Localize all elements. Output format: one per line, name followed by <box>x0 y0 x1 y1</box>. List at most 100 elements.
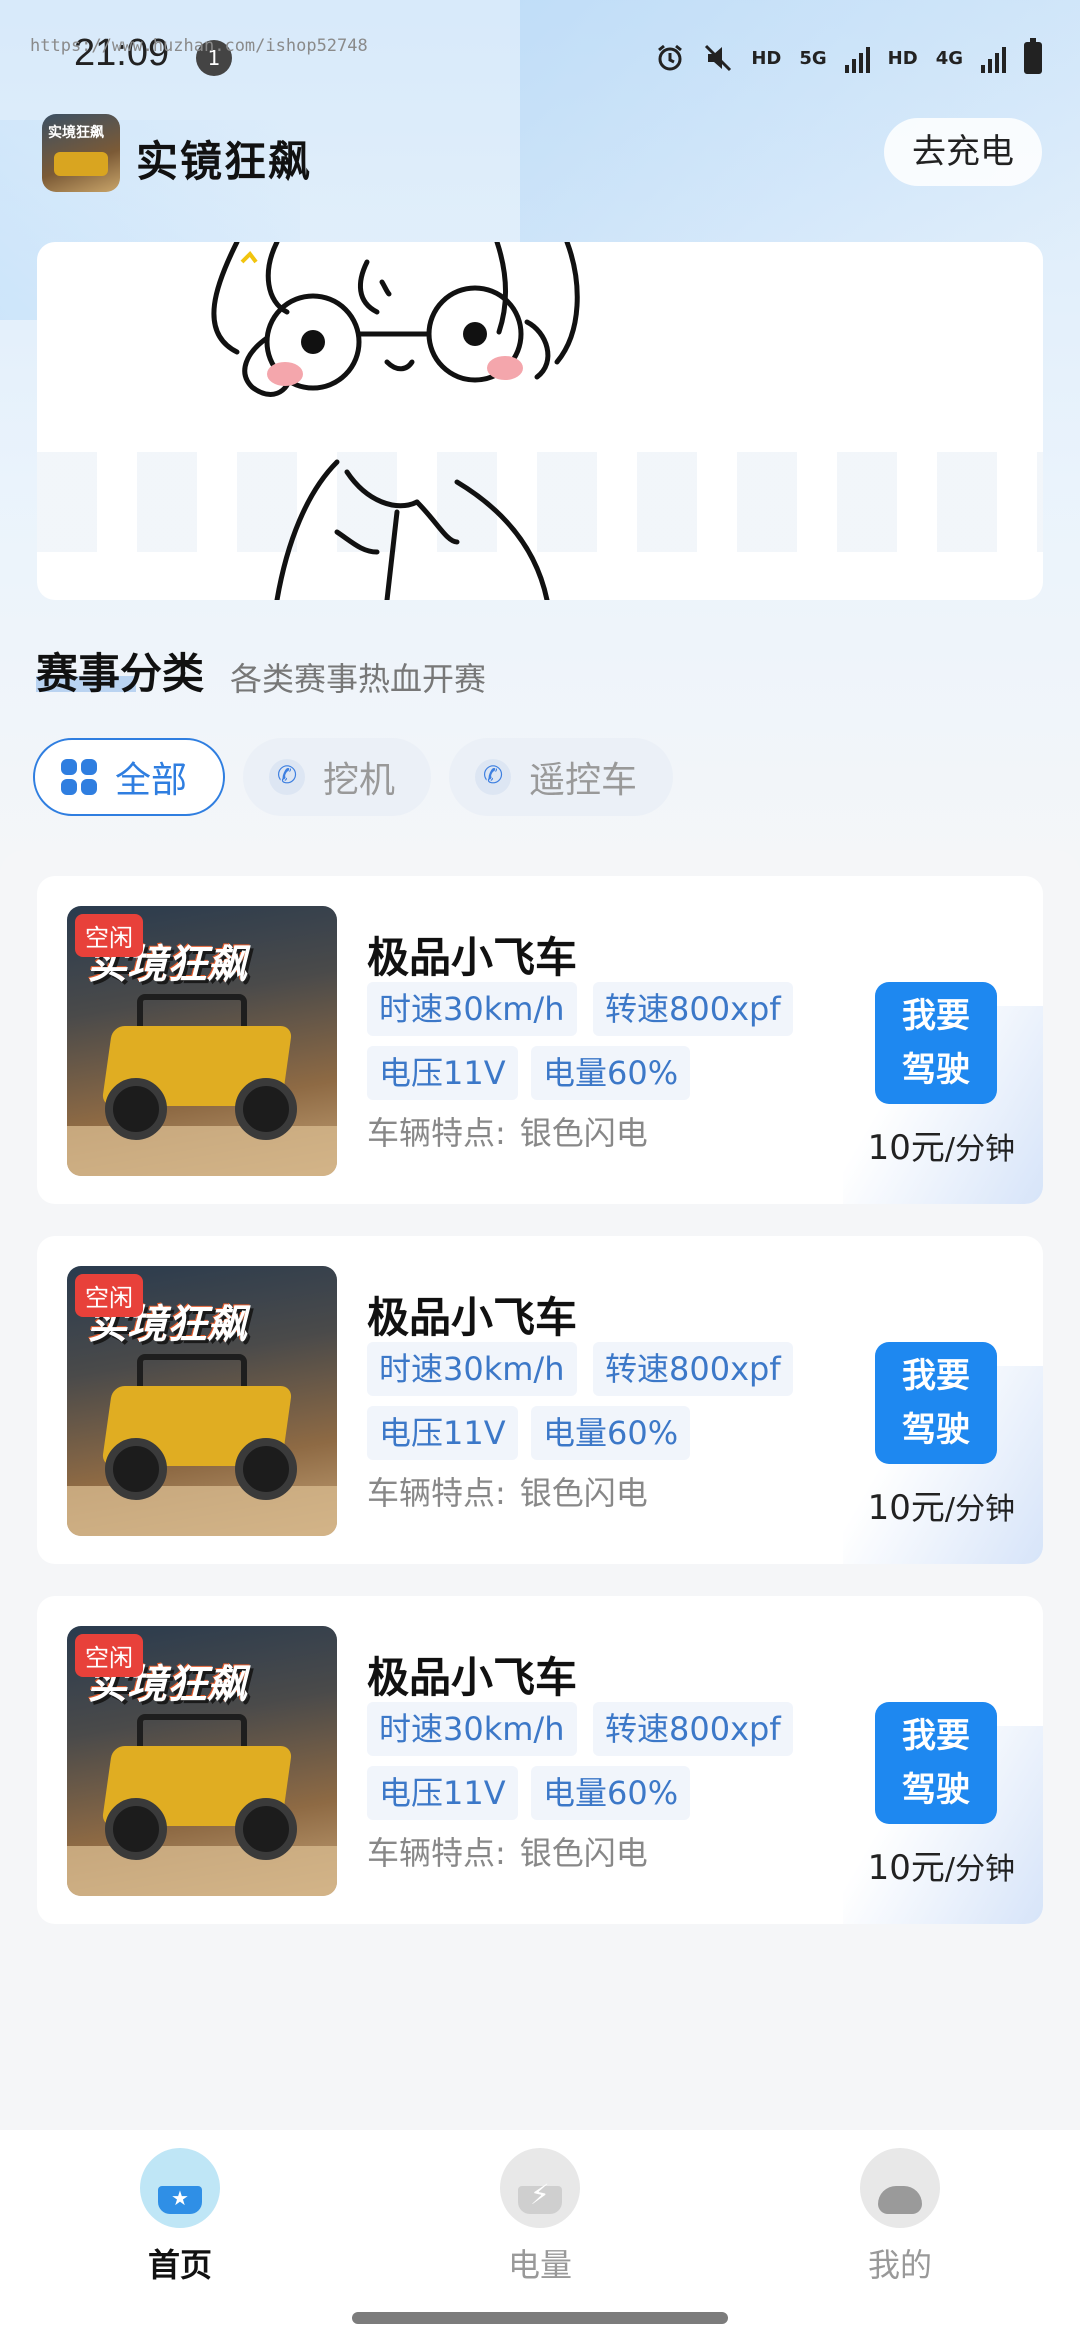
price-unit: /分钟 <box>944 1492 1015 1527</box>
drive-button[interactable]: 我要 驾驶 <box>875 982 997 1104</box>
vehicle-feature: 车辆特点: 银色闪电 <box>367 1108 648 1154</box>
tab-label: 挖机 <box>323 760 396 801</box>
category-tabs: 全部 挖机 遥控车 <box>33 738 674 816</box>
nav-label: 首页 <box>147 2246 212 2284</box>
tab-excavator[interactable]: 挖机 <box>243 738 432 816</box>
status-badge: 空闲 <box>75 1274 143 1317</box>
image-dust <box>67 1126 337 1176</box>
app-logo: 实境狂飙 <box>42 114 120 192</box>
nav-label: 我的 <box>867 2246 932 2284</box>
drive-button-line2: 驾驶 <box>902 1770 970 1810</box>
signal-icon <box>844 43 870 73</box>
charge-button[interactable]: 去充电 <box>884 118 1042 186</box>
speed-chip: 时速30km/h <box>367 1342 577 1396</box>
tab-label: 全部 <box>115 760 188 801</box>
home-icon: ★ <box>140 2148 220 2228</box>
drive-button-line1: 我要 <box>902 996 970 1036</box>
price-value: 10元 <box>867 1128 945 1168</box>
vehicle-card[interactable]: 实境狂飙 空闲 极品小飞车 时速30km/h 转速800xpf 电压11V 电量… <box>37 1596 1043 1924</box>
app-screen: 21:09 1 HD 5G HD 4G https://www.huzhan.c… <box>0 0 1080 2340</box>
tab-all[interactable]: 全部 <box>33 738 226 816</box>
price-value: 10元 <box>867 1848 945 1888</box>
app-title: 实镜狂飙 <box>136 137 313 186</box>
price: 10元/分钟 <box>868 1480 1015 1529</box>
battery-chip: 电量60% <box>531 1406 691 1460</box>
banner-illustration <box>211 242 580 600</box>
phone-icon <box>475 759 512 795</box>
section-title: 赛事分类 <box>36 649 205 698</box>
image-wheel <box>235 1078 297 1140</box>
nav-battery[interactable]: ⚡ 电量 <box>460 2148 620 2286</box>
vehicle-feature: 车辆特点: 银色闪电 <box>367 1468 648 1514</box>
vehicle-name: 极品小飞车 <box>367 933 578 982</box>
feature-label: 车辆特点: <box>367 1834 506 1872</box>
alarm-icon <box>655 43 685 73</box>
drive-button-line1: 我要 <box>902 1716 970 1756</box>
drive-button[interactable]: 我要 驾驶 <box>875 1342 997 1464</box>
drive-button[interactable]: 我要 驾驶 <box>875 1702 997 1824</box>
star-icon: ★ <box>171 2186 189 2210</box>
price-unit: /分钟 <box>944 1132 1015 1167</box>
profile-icon <box>860 2148 940 2228</box>
5g-icon: 5G <box>799 47 827 69</box>
vehicle-card[interactable]: 实境狂飙 空闲 极品小飞车 时速30km/h 转速800xpf 电压11V 电量… <box>37 876 1043 1204</box>
tab-rc-car[interactable]: 遥控车 <box>449 738 674 816</box>
image-wheel <box>105 1078 167 1140</box>
feature-value: 银色闪电 <box>519 1474 648 1512</box>
drive-button-line1: 我要 <box>902 1356 970 1396</box>
4g-label: 4G <box>935 47 963 69</box>
battery-icon <box>1024 38 1042 74</box>
rpm-chip: 转速800xpf <box>593 1342 793 1396</box>
vehicle-feature: 车辆特点: 银色闪电 <box>367 1828 648 1874</box>
section-subtitle: 各类赛事热血开赛 <box>230 660 487 698</box>
hd-icon: HD <box>751 47 782 69</box>
nav-home[interactable]: ★ 首页 <box>100 2148 260 2286</box>
promo-banner[interactable] <box>37 242 1043 600</box>
speed-chip: 时速30km/h <box>367 982 577 1036</box>
watermark-text: https://www.huzhan.com/ishop52748 <box>30 36 368 56</box>
drive-button-line2: 驾驶 <box>902 1050 970 1090</box>
battery-chip: 电量60% <box>531 1766 691 1820</box>
image-wheel <box>235 1438 297 1500</box>
battery-chip: 电量60% <box>531 1046 691 1100</box>
grid-icon <box>61 759 97 795</box>
vehicle-card[interactable]: 实境狂飙 空闲 极品小飞车 时速30km/h 转速800xpf 电压11V 电量… <box>37 1236 1043 1564</box>
price: 10元/分钟 <box>868 1120 1015 1169</box>
nav-profile[interactable]: 我的 <box>820 2148 980 2286</box>
feature-value: 银色闪电 <box>519 1834 648 1872</box>
image-dust <box>67 1846 337 1896</box>
bolt-icon: ⚡ <box>530 2178 550 2211</box>
voltage-chip: 电压11V <box>367 1406 518 1460</box>
bottom-nav: ★ 首页 ⚡ 电量 我的 <box>0 2130 1080 2340</box>
vehicle-list: 实境狂飙 空闲 极品小飞车 时速30km/h 转速800xpf 电压11V 电量… <box>0 850 1080 2130</box>
hd-icon: HD <box>887 47 918 69</box>
image-wheel <box>235 1798 297 1860</box>
status-icons: HD 5G HD 4G <box>655 38 1042 76</box>
image-dust <box>67 1486 337 1536</box>
nav-label: 电量 <box>507 2246 572 2284</box>
status-badge: 空闲 <box>75 914 143 957</box>
rpm-chip: 转速800xpf <box>593 1702 793 1756</box>
logo-jeep <box>54 152 108 176</box>
tab-label: 遥控车 <box>529 760 638 801</box>
battery-bolt-icon: ⚡ <box>500 2148 580 2228</box>
price-unit: /分钟 <box>944 1852 1015 1887</box>
vehicle-name: 极品小飞车 <box>367 1653 578 1702</box>
app-header: 实境狂飙 实镜狂飙 去充电 <box>0 112 1080 202</box>
home-indicator[interactable] <box>352 2312 728 2324</box>
phone-icon <box>269 759 306 795</box>
4g-signal-icon <box>981 43 1006 73</box>
voltage-chip: 电压11V <box>367 1046 518 1100</box>
voltage-chip: 电压11V <box>367 1766 518 1820</box>
feature-label: 车辆特点: <box>367 1114 506 1152</box>
feature-value: 银色闪电 <box>519 1114 648 1152</box>
status-badge: 空闲 <box>75 1634 143 1677</box>
price: 10元/分钟 <box>868 1840 1015 1889</box>
feature-label: 车辆特点: <box>367 1474 506 1512</box>
price-value: 10元 <box>867 1488 945 1528</box>
image-wheel <box>105 1798 167 1860</box>
rpm-chip: 转速800xpf <box>593 982 793 1036</box>
logo-text: 实境狂飙 <box>48 125 104 141</box>
image-wheel <box>105 1438 167 1500</box>
speed-chip: 时速30km/h <box>367 1702 577 1756</box>
